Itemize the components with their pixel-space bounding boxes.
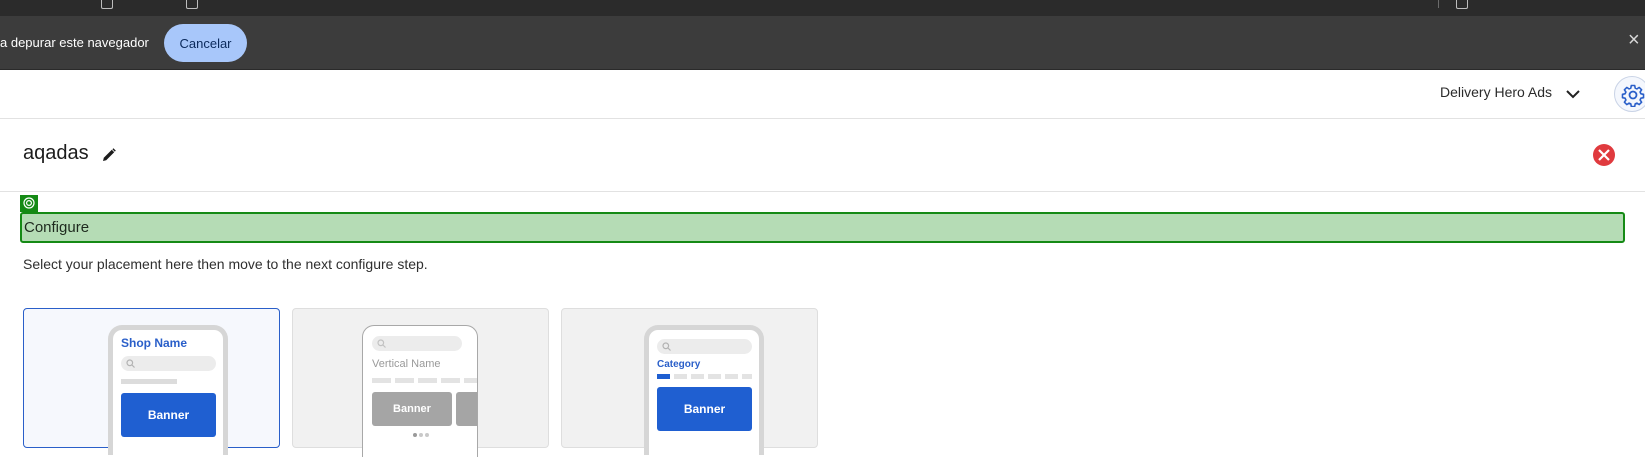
tab-page-icon[interactable] xyxy=(186,0,198,9)
placement-heading: Shop Name xyxy=(121,336,188,350)
placement-card-vertical[interactable]: Vertical Name Banner xyxy=(292,308,549,457)
pencil-icon[interactable] xyxy=(102,148,116,162)
placement-card-category[interactable]: Category Banner xyxy=(561,308,818,455)
banner-placement: Banner xyxy=(372,392,452,426)
tab-placeholder xyxy=(708,374,721,379)
carousel-dot xyxy=(419,433,423,437)
placement-heading: Vertical Name xyxy=(372,358,441,370)
search-bar-mock xyxy=(121,356,216,371)
banner-placement: Banner xyxy=(121,393,216,437)
configure-heading: Configure xyxy=(24,219,90,236)
app-header: Delivery Hero Ads xyxy=(0,70,1645,119)
title-row: aqadas xyxy=(0,120,1645,192)
placeholder-line xyxy=(121,379,177,384)
banner-next-placeholder xyxy=(456,392,477,426)
search-icon xyxy=(377,339,386,348)
carousel-dot xyxy=(425,433,429,437)
gear-icon xyxy=(1621,84,1645,107)
debug-notification-bar: a depurar este navegador Cancelar × xyxy=(0,16,1645,70)
target-icon xyxy=(20,195,38,212)
settings-button[interactable] xyxy=(1614,76,1645,112)
close-icon[interactable]: × xyxy=(1628,30,1640,50)
tab-placeholder xyxy=(742,374,752,379)
phone-mockup: Shop Name Banner xyxy=(108,325,228,455)
tab-placeholder xyxy=(372,378,391,383)
page-title: aqadas xyxy=(23,142,89,164)
tab-placeholder xyxy=(691,374,704,379)
tab-placeholder xyxy=(725,374,738,379)
close-button[interactable] xyxy=(1593,144,1615,166)
search-icon xyxy=(662,342,671,351)
tab-placeholder xyxy=(418,378,437,383)
cancel-debug-button[interactable]: Cancelar xyxy=(164,24,247,62)
search-bar-mock xyxy=(657,339,752,354)
tab-placeholder xyxy=(395,378,414,383)
tab-placeholder xyxy=(674,374,687,379)
search-bar-mock xyxy=(372,336,462,351)
debug-message: a depurar este navegador xyxy=(0,35,149,50)
chevron-down-icon[interactable] xyxy=(1565,88,1581,100)
configure-step-header[interactable]: Configure xyxy=(20,212,1625,243)
carousel-dot xyxy=(413,433,417,437)
tab-placeholder xyxy=(464,378,477,383)
phone-mockup: Vertical Name Banner xyxy=(362,325,478,457)
configure-instructions: Select your placement here then move to … xyxy=(23,256,428,272)
tab-page-icon[interactable] xyxy=(1456,0,1468,9)
tab-placeholder xyxy=(441,378,460,383)
tab-placeholder-active xyxy=(657,374,670,379)
phone-mockup: Category Banner xyxy=(644,325,764,455)
browser-tab-strip xyxy=(0,0,1645,16)
tab-divider xyxy=(1438,0,1439,8)
search-icon xyxy=(126,359,135,368)
banner-placement: Banner xyxy=(657,387,752,431)
close-icon xyxy=(1598,149,1610,161)
tab-page-icon[interactable] xyxy=(101,0,113,9)
account-selector-label[interactable]: Delivery Hero Ads xyxy=(1440,84,1552,100)
placement-heading: Category xyxy=(657,359,701,370)
placement-card-shop[interactable]: Shop Name Banner xyxy=(23,308,280,455)
